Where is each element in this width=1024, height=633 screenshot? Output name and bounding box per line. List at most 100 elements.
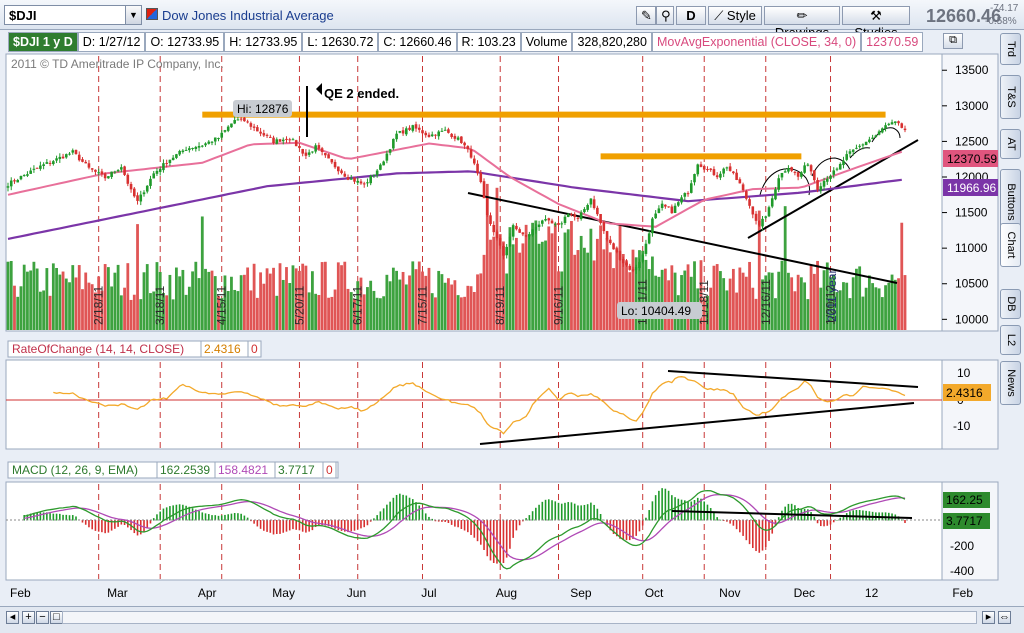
- volume-bar: [816, 260, 819, 330]
- candle-body: [139, 194, 143, 202]
- candle-body: [884, 125, 887, 129]
- macd-histogram-bar: [136, 520, 139, 536]
- month-label: Jul: [421, 586, 436, 600]
- volume-bar: [787, 272, 790, 330]
- tab-trd[interactable]: Trd: [1000, 33, 1021, 65]
- date-marker-label: 12/16/11: [759, 279, 773, 325]
- volume-bar: [595, 238, 599, 330]
- candle-body: [615, 249, 619, 253]
- candle-body: [434, 134, 437, 136]
- chart-canvas[interactable]: 2/18/11 3/18/11 4/15/11 5/20/11 6/17/11 7/15/…: [0, 0, 1000, 606]
- price-tick-label: 10500: [955, 277, 989, 291]
- macd-histogram-bar: [755, 520, 757, 552]
- candle-body: [745, 191, 748, 199]
- macd-histogram-bar: [590, 502, 592, 521]
- macd-histogram-bar: [538, 504, 540, 521]
- volume-bar: [249, 290, 253, 330]
- tab-news[interactable]: News: [1000, 361, 1021, 405]
- candle-body: [178, 150, 181, 155]
- macd-study-label[interactable]: MACD (12, 26, 9, EMA): [12, 463, 138, 477]
- roc-study-label[interactable]: RateOfChange (14, 14, CLOSE): [12, 342, 184, 356]
- tab-at[interactable]: AT: [1000, 129, 1021, 159]
- macd-histogram-bar: [823, 520, 825, 527]
- macd-histogram-bar: [693, 500, 696, 521]
- roc-badge-text: 2.4316: [946, 386, 983, 400]
- candle-body: [566, 214, 570, 218]
- candle-body: [586, 205, 589, 210]
- ema-study-label[interactable]: MovAvgExponential (CLOSE, 34, 0): [651, 32, 862, 52]
- macd-histogram-bar: [230, 513, 233, 521]
- expand-icon[interactable]: ⇔: [998, 611, 1011, 624]
- candle-body: [531, 229, 534, 236]
- volume-bar: [900, 222, 904, 330]
- candle-body: [790, 167, 793, 171]
- macd-histogram-bar: [573, 503, 576, 521]
- volume-bar: [566, 229, 570, 330]
- volume-bar: [233, 289, 237, 330]
- macd-histogram-bar: [632, 520, 634, 539]
- tab-chart[interactable]: Chart: [1000, 223, 1021, 267]
- macd-histogram-bar: [97, 520, 100, 532]
- volume-bar: [262, 283, 266, 330]
- volume-bar: [281, 279, 285, 330]
- candle-body: [761, 218, 764, 227]
- candle-body: [813, 170, 816, 181]
- candle-body: [706, 168, 709, 170]
- volume-bar: [123, 287, 126, 330]
- candle-body: [22, 175, 26, 177]
- volume-bar: [181, 269, 185, 330]
- macd-histogram-bar: [224, 514, 226, 521]
- macd-histogram-bar: [133, 520, 136, 534]
- zoom-out-icon[interactable]: −: [36, 611, 49, 624]
- macd-histogram-bar: [457, 520, 459, 528]
- macd-histogram-bar: [577, 505, 579, 521]
- volume-bar: [29, 270, 33, 330]
- candle-body: [900, 123, 904, 128]
- zoom-in-icon[interactable]: +: [22, 611, 35, 624]
- volume-bar: [660, 269, 664, 330]
- candle-body: [696, 164, 700, 175]
- tab-db[interactable]: DB: [1000, 289, 1021, 319]
- tab-l2[interactable]: L2: [1000, 325, 1021, 355]
- candle-body: [492, 224, 496, 233]
- volume-bar: [799, 277, 803, 330]
- macd-histogram-bar: [476, 520, 479, 542]
- macd-histogram-bar: [583, 504, 586, 521]
- volume-bar: [61, 271, 65, 330]
- macd-histogram-bar: [713, 512, 715, 521]
- volume-bar: [388, 281, 392, 330]
- tab-ts[interactable]: T&S: [1000, 75, 1021, 119]
- symbol-period[interactable]: $DJI 1 y D: [8, 32, 78, 52]
- volume-bar: [6, 261, 10, 330]
- chart-settings-icon[interactable]: ⧉: [943, 33, 963, 49]
- candle-body: [657, 208, 661, 214]
- macd-histogram-bar: [700, 498, 702, 521]
- volume-bar: [132, 294, 136, 330]
- macd-histogram-bar: [729, 520, 731, 524]
- volume-bar: [174, 267, 178, 330]
- candle-body: [278, 139, 282, 142]
- candle-body: [213, 137, 217, 142]
- candle-body: [26, 174, 29, 176]
- macd-histogram-bar: [658, 490, 660, 521]
- volume-bar: [812, 273, 816, 330]
- candle-body: [120, 167, 123, 170]
- volume-bar: [113, 272, 117, 330]
- macd-histogram-bar: [285, 520, 288, 532]
- candle-body: [654, 213, 657, 219]
- candle-body: [677, 202, 680, 206]
- candle-body: [317, 145, 321, 149]
- candle-body: [816, 180, 819, 190]
- scroll-left-icon[interactable]: ◂: [6, 611, 19, 624]
- candle-body: [268, 136, 272, 138]
- macd-histogram-bar: [541, 501, 544, 521]
- candle-body: [116, 170, 120, 172]
- candle-body: [579, 212, 583, 220]
- candle-body: [754, 213, 758, 221]
- candle-body: [272, 137, 275, 144]
- candle-body: [184, 149, 188, 151]
- candle-body: [414, 124, 418, 129]
- macd-histogram-bar: [237, 513, 239, 521]
- scroll-right-icon[interactable]: ▸: [982, 611, 995, 624]
- time-scrollbar[interactable]: [62, 611, 977, 624]
